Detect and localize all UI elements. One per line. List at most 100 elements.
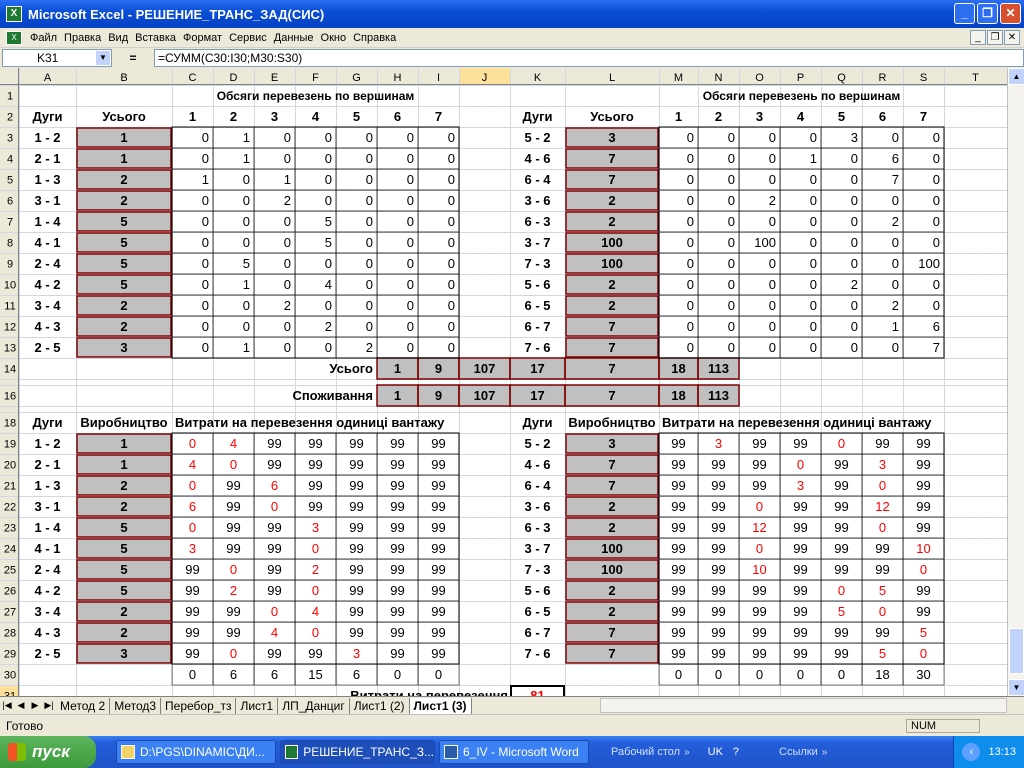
minimize-button[interactable]: _ [954,3,975,24]
sheet-tab[interactable]: Метод 2 [56,697,111,714]
arc-label: 5 - 2 [524,130,550,145]
production-value: 2 [608,604,615,619]
menu-window[interactable]: Окно [321,32,347,44]
cost-value: 99 [916,604,930,619]
flow-value: 0 [325,172,332,187]
flow-value: 0 [933,151,940,166]
flow-value: 5 [243,256,250,271]
sheet-tab[interactable]: Метод3 [110,697,162,714]
sheet-tab-active[interactable]: Лист1 (3) [409,697,472,714]
doc-restore-button[interactable]: ❐ [987,30,1003,45]
arc-label: 5 - 2 [524,436,550,451]
language-indicator[interactable]: UK [708,746,723,758]
total-value: 2 [608,277,615,292]
cost-value: 99 [349,436,363,451]
cost-value: 99 [431,562,445,577]
sheet-tab[interactable]: Лист1 (2) [349,697,410,714]
flow-value: 2 [851,277,858,292]
cost-value: 3 [797,478,804,493]
menu-format[interactable]: Формат [183,32,222,44]
row-header: 27 [4,607,16,619]
scroll-up-icon[interactable]: ▲ [1008,68,1024,85]
links-toolbar[interactable]: Ссылки [779,746,818,758]
menu-tools[interactable]: Сервис [229,32,267,44]
menu-file[interactable]: Файл [30,32,57,44]
first-sheet-icon[interactable]: |◀ [0,700,14,711]
taskbar-item-excel[interactable]: РЕШЕНИЕ_ТРАНС_З... [280,740,435,764]
spreadsheet-grid[interactable]: A B C D E F G H I J K L M N O P Q R S T 1 2 3 4 5 6 7 8 9 10 11 12 13 14 1… [0,68,1007,696]
close-button[interactable]: ✕ [1000,3,1021,24]
vertical-scrollbar[interactable]: ▲ ▼ [1007,68,1024,696]
workbook-icon[interactable]: X [6,30,22,45]
cost-value: 99 [793,436,807,451]
flow-value: 0 [448,340,455,355]
desktop-toolbar[interactable]: Рабочий стол [611,746,680,758]
cost-value: 99 [752,436,766,451]
system-tray: ‹ 13:13 [953,736,1024,768]
formula-input[interactable]: =СУММ(C30:I30;M30:S30) [154,49,1024,67]
menu-data[interactable]: Данные [274,32,314,44]
chevron-right-icon[interactable]: » [822,747,828,758]
summary-value: 107 [474,361,496,376]
column-header: T [972,72,979,84]
doc-minimize-button[interactable]: _ [970,30,986,45]
sheet-tab[interactable]: Перебор_тз [161,697,237,714]
next-sheet-icon[interactable]: ▶ [28,700,42,711]
flow-value: 0 [448,256,455,271]
cost-value: 99 [875,625,889,640]
menu-help[interactable]: Справка [353,32,396,44]
node-number: 7 [920,109,927,124]
flow-value: 0 [810,340,817,355]
menu-edit[interactable]: Правка [64,32,101,44]
scroll-down-icon[interactable]: ▼ [1008,679,1024,696]
cost-value: 99 [752,604,766,619]
total-value: 2 [608,298,615,313]
clock: 13:13 [988,746,1016,758]
cost-value: 99 [711,583,725,598]
consumption-value: 113 [708,388,729,403]
flow-value: 0 [325,340,332,355]
name-box[interactable]: K31 ▼ [2,49,112,67]
word-icon [444,745,458,759]
tray-arrow-icon[interactable]: ‹ [962,743,981,761]
cost-value: 99 [671,520,685,535]
cost-value: 99 [793,646,807,661]
cost-value: 99 [875,436,889,451]
arc-label: 1 - 2 [34,436,60,451]
flow-value: 0 [728,214,735,229]
cost-value: 99 [711,541,725,556]
status-ready: Готово [6,718,44,733]
total-value: 2 [120,193,127,208]
doc-close-button[interactable]: ✕ [1004,30,1020,45]
flow-value: 0 [407,319,414,334]
help-icon[interactable]: ? [733,746,739,758]
flow-value: 0 [284,151,291,166]
cost-value: 99 [431,499,445,514]
row-header: 8 [7,238,13,250]
sheet-tab[interactable]: Лист1 [236,697,279,714]
excel-app-icon[interactable]: X [6,6,22,22]
production-value: 2 [120,478,127,493]
scroll-thumb[interactable] [1009,628,1024,674]
start-button[interactable]: пуск [0,736,96,768]
restore-button[interactable]: ❐ [977,3,998,24]
total-value: 2 [608,214,615,229]
row30-value: 0 [394,667,401,682]
last-sheet-icon[interactable]: ▶| [42,700,56,711]
horizontal-scrollbar[interactable] [600,698,1007,713]
row-header: 5 [7,175,13,187]
menu-insert[interactable]: Вставка [135,32,176,44]
cost-value: 99 [875,562,889,577]
cost-value: 99 [390,541,404,556]
cost-value: 99 [390,625,404,640]
prev-sheet-icon[interactable]: ◀ [14,700,28,711]
menu-view[interactable]: Вид [108,32,128,44]
arc-label: 3 - 7 [524,541,550,556]
chevron-down-icon[interactable]: ▼ [96,51,110,65]
taskbar-item-label: 6_IV - Microsoft Word [463,745,579,759]
chevron-right-icon[interactable]: » [684,747,690,758]
sheet-tab[interactable]: ЛП_Данциг [278,697,350,714]
taskbar-item-word[interactable]: 6_IV - Microsoft Word [439,740,589,764]
taskbar-item-folder[interactable]: D:\PGS\DINAMIC\ДИ... [116,740,276,764]
flow-value: 0 [933,277,940,292]
